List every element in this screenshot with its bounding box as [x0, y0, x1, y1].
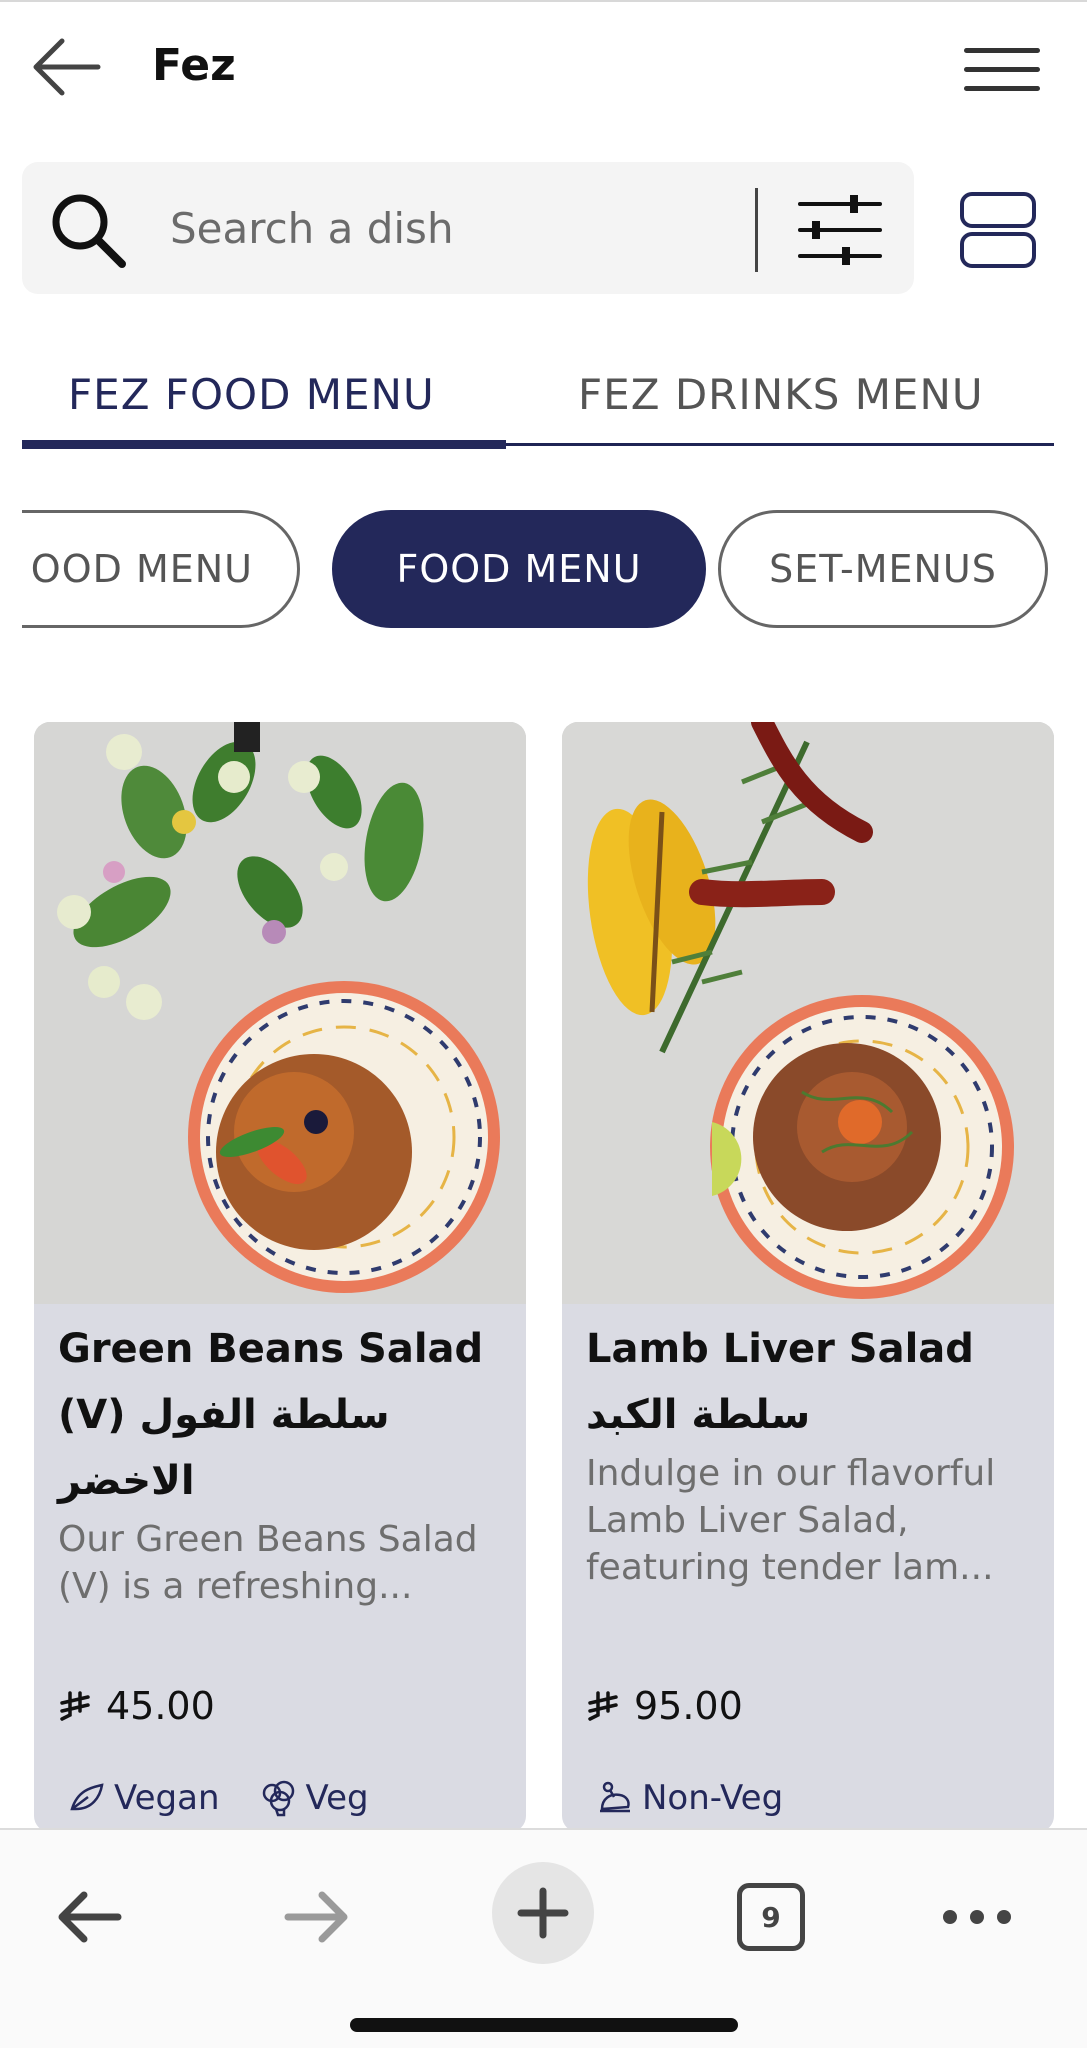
browser-toolbar: 9: [0, 1828, 1087, 2048]
riyal-currency-icon: [588, 1691, 618, 1721]
tag-label: Veg: [305, 1778, 369, 1818]
tag-non-veg: Non-Veg: [596, 1778, 783, 1818]
dish-info: Green Beans Salad (V) سلطة الفول الاخضر …: [34, 1304, 526, 1610]
chip-set-menus[interactable]: SET-MENUS: [718, 510, 1048, 628]
dish-description: Our Green Beans Salad (V) is a refreshin…: [58, 1519, 478, 1607]
new-tab-plus-icon[interactable]: [492, 1862, 594, 1964]
tab-switcher-button[interactable]: 9: [726, 1872, 816, 1962]
list-layout-icon[interactable]: [958, 190, 1038, 270]
search-divider: [755, 188, 758, 272]
search-bar: [22, 162, 914, 294]
search-input[interactable]: [170, 196, 730, 260]
tag-veg: Veg: [260, 1778, 369, 1818]
dish-image: [34, 722, 526, 1304]
tab-count: 9: [737, 1883, 805, 1951]
dish-card[interactable]: Green Beans Salad (V) سلطة الفول الاخضر …: [34, 722, 526, 1832]
tab-food-menu[interactable]: FEZ FOOD MENU: [68, 370, 435, 419]
app-header: Fez: [0, 0, 1087, 140]
tab-drinks-menu[interactable]: FEZ DRINKS MENU: [578, 370, 984, 419]
dish-price: 45.00: [58, 1684, 215, 1728]
price-value: 45.00: [106, 1684, 215, 1728]
dish-tags: Non-Veg: [596, 1778, 783, 1818]
menu-tabs: FEZ FOOD MENU FEZ DRINKS MENU: [22, 360, 1054, 449]
chicken-icon: [600, 1781, 630, 1813]
page-title: Fez: [152, 40, 236, 91]
dish-price: 95.00: [586, 1684, 743, 1728]
search-icon: [46, 188, 130, 272]
dish-title: Lamb Liver Salad سلطة الكبد: [586, 1326, 974, 1438]
dish-card[interactable]: Lamb Liver Salad سلطة الكبد Indulge in o…: [562, 722, 1054, 1832]
tag-label: Vegan: [114, 1778, 220, 1818]
more-options-icon[interactable]: [932, 1872, 1022, 1962]
chip-food-menu[interactable]: FOOD MENU: [332, 510, 706, 628]
active-tab-indicator: [22, 440, 506, 449]
browser-forward-icon[interactable]: [272, 1872, 362, 1962]
dish-info: Lamb Liver Salad سلطة الكبد Indulge in o…: [562, 1304, 1054, 1591]
riyal-currency-icon: [60, 1691, 90, 1721]
back-arrow-icon[interactable]: [28, 32, 108, 102]
home-indicator[interactable]: [350, 2018, 738, 2032]
dish-tags: Vegan Veg: [68, 1778, 369, 1818]
leaf-icon: [70, 1783, 104, 1811]
dish-title: Green Beans Salad (V) سلطة الفول الاخضر: [58, 1326, 484, 1504]
browser-back-icon[interactable]: [44, 1872, 134, 1962]
broccoli-icon: [262, 1780, 294, 1817]
category-chips: OOD MENU FOOD MENU SET-MENUS: [22, 508, 1065, 630]
filter-sliders-icon[interactable]: [794, 190, 886, 270]
tag-label: Non-Veg: [642, 1778, 784, 1818]
tag-vegan: Vegan: [68, 1778, 220, 1818]
price-value: 95.00: [634, 1684, 743, 1728]
dish-image: [562, 722, 1054, 1304]
dish-description: Indulge in our flavorful Lamb Liver Sala…: [586, 1453, 996, 1588]
hamburger-menu-icon[interactable]: [964, 48, 1040, 104]
chip-previous-menu[interactable]: OOD MENU: [22, 510, 300, 628]
